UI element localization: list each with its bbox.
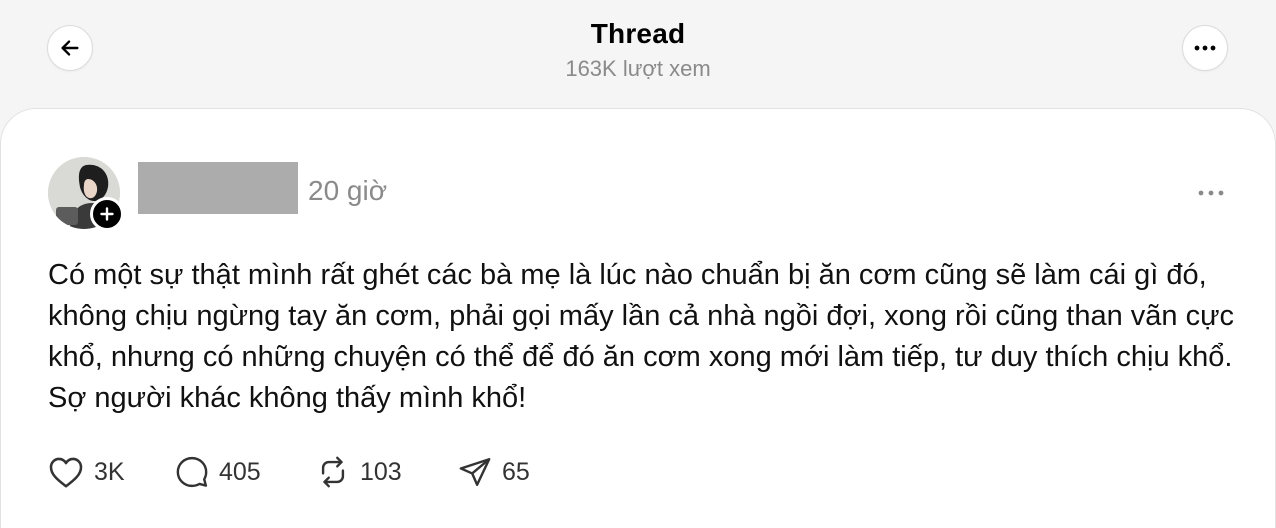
share-button[interactable]: 65 — [458, 453, 530, 491]
plus-icon — [100, 207, 114, 221]
more-horizontal-icon — [1194, 45, 1216, 51]
comment-icon — [175, 455, 209, 489]
post-card: 20 giờ Có một sự thật mình rất ghét các … — [0, 108, 1276, 528]
username-redacted — [138, 162, 298, 214]
repost-count: 103 — [360, 457, 402, 486]
heart-icon — [48, 455, 84, 489]
post-body: Có một sự thật mình rất ghét các bà mẹ l… — [48, 259, 1235, 414]
follow-button[interactable] — [90, 197, 124, 231]
repost-icon — [316, 455, 350, 489]
repost-button[interactable]: 103 — [316, 453, 402, 491]
post-more-button[interactable] — [1191, 181, 1231, 205]
send-icon — [458, 455, 492, 489]
reply-count: 405 — [219, 457, 261, 486]
more-horizontal-icon — [1197, 190, 1225, 196]
share-count: 65 — [502, 457, 530, 486]
reply-button[interactable]: 405 — [175, 453, 261, 491]
page-title: Thread — [590, 18, 686, 49]
like-button[interactable]: 3K — [48, 453, 125, 491]
view-count: 163K lượt xem — [565, 56, 711, 81]
top-bar: Thread 163K lượt xem — [0, 0, 1276, 108]
more-options-button[interactable] — [1182, 25, 1228, 71]
like-count: 3K — [94, 457, 125, 486]
avatar[interactable] — [48, 157, 124, 233]
post-timestamp: 20 giờ — [308, 175, 388, 206]
